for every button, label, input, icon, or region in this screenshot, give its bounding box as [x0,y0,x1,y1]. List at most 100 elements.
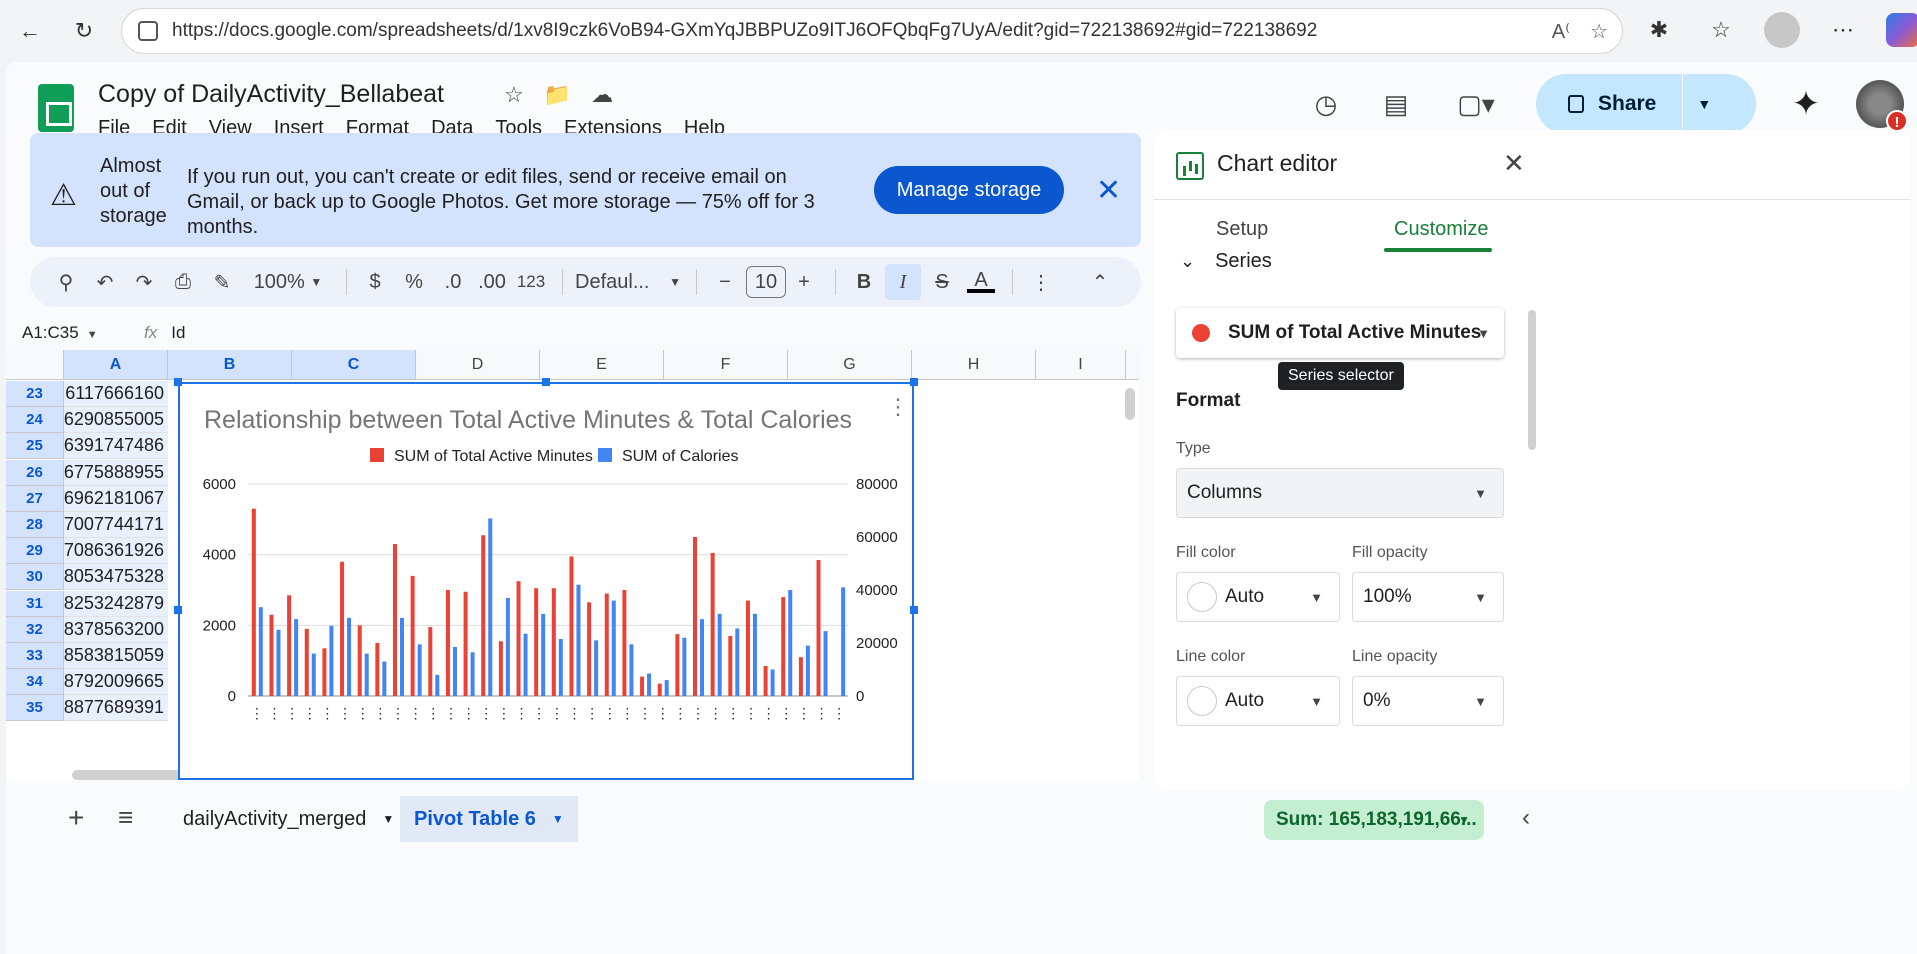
close-banner-icon[interactable]: ✕ [1096,173,1121,208]
share-dropdown-icon[interactable]: ▼ [1697,96,1711,112]
cell-id[interactable]: 7086361926 [64,538,168,565]
chart-resize-handle[interactable] [174,378,182,386]
cell-id[interactable]: 8378563200 [64,616,168,643]
more-menu-icon[interactable]: ⋯ [1824,11,1862,49]
row-header[interactable]: 23 [6,381,64,407]
chart-resize-handle[interactable] [910,606,918,614]
formula-input[interactable]: Id [171,323,185,343]
undo-icon[interactable]: ↶ [87,264,123,300]
cloud-saved-icon[interactable]: ☁ [591,82,613,108]
row-header[interactable]: 34 [6,669,64,696]
name-box[interactable]: A1:C35 ▼ [6,323,124,343]
line-opacity-select[interactable]: 0% ▼ [1352,676,1504,726]
side-panel-toggle-icon[interactable]: ‹ [1522,804,1530,832]
row-header[interactable]: 25 [6,433,64,460]
cell-id[interactable]: 6290855005 [64,407,168,434]
row-header[interactable]: 31 [6,590,64,617]
site-info-icon[interactable] [138,21,158,41]
tab-setup[interactable]: Setup [1216,218,1268,241]
sheet-tab[interactable]: dailyActivity_merged ▼ [169,796,408,842]
account-avatar[interactable]: ! [1856,80,1908,132]
column-header[interactable]: C [292,350,416,379]
cell-id[interactable]: 8053475328 [64,564,168,591]
cell-id[interactable]: 6962181067 [64,485,168,512]
row-header[interactable]: 35 [6,695,64,722]
address-bar[interactable]: https://docs.google.com/spreadsheets/d/1… [121,8,1623,54]
chart-type-select[interactable]: Columns ▼ [1176,468,1504,518]
cell-id[interactable]: 8792009665 [64,669,168,696]
doc-title[interactable]: Copy of DailyActivity_Bellabeat [98,80,444,109]
read-aloud-icon[interactable]: A⁽ [1552,19,1570,44]
redo-icon[interactable]: ↷ [126,264,162,300]
vertical-scrollbar[interactable] [1125,388,1135,420]
italic-button[interactable]: I [885,264,921,300]
editor-scrollbar[interactable] [1528,310,1536,450]
increase-decimal-button[interactable]: .00 [474,264,510,300]
chart-resize-handle[interactable] [910,378,918,386]
strikethrough-icon[interactable]: S [924,264,960,300]
row-header[interactable]: 29 [6,538,64,565]
fill-color-select[interactable]: Auto ▼ [1176,572,1340,622]
font-size-input[interactable]: 10 [746,266,786,298]
star-icon[interactable]: ☆ [504,82,524,108]
row-header[interactable]: 24 [6,407,64,434]
row-header[interactable]: 32 [6,616,64,643]
text-color-button[interactable]: A [963,264,999,300]
favorite-star-icon[interactable]: ☆ [1590,19,1608,44]
print-icon[interactable]: ⎙ [165,264,201,300]
comments-icon[interactable]: ▤ [1376,84,1416,124]
share-button[interactable]: Share ▼ [1536,74,1756,134]
add-sheet-icon[interactable]: + [68,802,84,834]
sum-indicator[interactable]: Sum: 165,183,191,66... ▼ [1264,800,1484,840]
search-menus-icon[interactable]: ⚲ [48,264,84,300]
zoom-select[interactable]: 100% ▼ [243,264,333,300]
column-header[interactable]: I [1036,350,1126,379]
series-section-header[interactable]: ⌄ Series [1180,250,1272,273]
chart-resize-handle[interactable] [174,606,182,614]
increase-font-size-icon[interactable]: + [786,264,822,300]
manage-storage-button[interactable]: Manage storage [874,166,1064,214]
more-formats-button[interactable]: 123 [513,264,549,300]
column-header[interactable]: A [64,350,168,379]
line-color-select[interactable]: Auto ▼ [1176,676,1340,726]
collapse-toolbar-icon[interactable]: ⌃ [1082,264,1118,300]
column-header[interactable]: F [664,350,788,379]
chart-resize-handle[interactable] [542,378,550,386]
more-toolbar-icon[interactable]: ⋮ [1023,264,1059,300]
row-header[interactable]: 28 [6,512,64,538]
select-all-corner[interactable] [6,350,64,379]
currency-format-button[interactable]: $ [357,264,393,300]
extensions-icon[interactable]: ✱ [1640,11,1678,49]
font-family-select[interactable]: Defaul... ▼ [573,264,683,300]
column-header[interactable]: B [168,350,292,379]
tab-customize[interactable]: Customize [1394,218,1488,241]
sheet-tab-active[interactable]: Pivot Table 6 ▼ [400,796,578,842]
cell-id[interactable]: 7007744171 [64,512,168,538]
version-history-icon[interactable]: ◷ [1306,84,1346,124]
cell-id[interactable]: 8253242879 [64,590,168,617]
fill-opacity-select[interactable]: 100% ▼ [1352,572,1504,622]
column-header[interactable]: D [416,350,540,379]
series-selector[interactable]: SUM of Total Active Minutes ▼ [1176,308,1504,358]
column-header[interactable]: E [540,350,664,379]
cell-id[interactable]: 6775888955 [64,459,168,486]
row-header[interactable]: 26 [6,459,64,486]
percent-format-button[interactable]: % [396,264,432,300]
sheets-logo-icon[interactable] [38,84,74,132]
row-header[interactable]: 30 [6,564,64,591]
all-sheets-icon[interactable]: ≡ [118,802,133,833]
cell-id[interactable]: 8877689391 [64,695,168,722]
meet-icon[interactable]: ▢▾ [1446,84,1506,124]
paint-format-icon[interactable]: ✎ [204,264,240,300]
decrease-font-size-icon[interactable]: − [707,264,743,300]
chart[interactable]: Relationship between Total Active Minute… [178,382,914,780]
browser-profile-avatar[interactable] [1764,12,1800,48]
favorites-icon[interactable]: ☆ [1702,11,1740,49]
bold-button[interactable]: B [846,264,882,300]
column-header[interactable]: H [912,350,1036,379]
reload-icon[interactable]: ↻ [64,11,104,51]
cell-id[interactable]: 6117666160 [64,381,168,407]
cell-id[interactable]: 8583815059 [64,643,168,669]
close-editor-icon[interactable]: ✕ [1503,148,1525,179]
row-header[interactable]: 27 [6,485,64,512]
